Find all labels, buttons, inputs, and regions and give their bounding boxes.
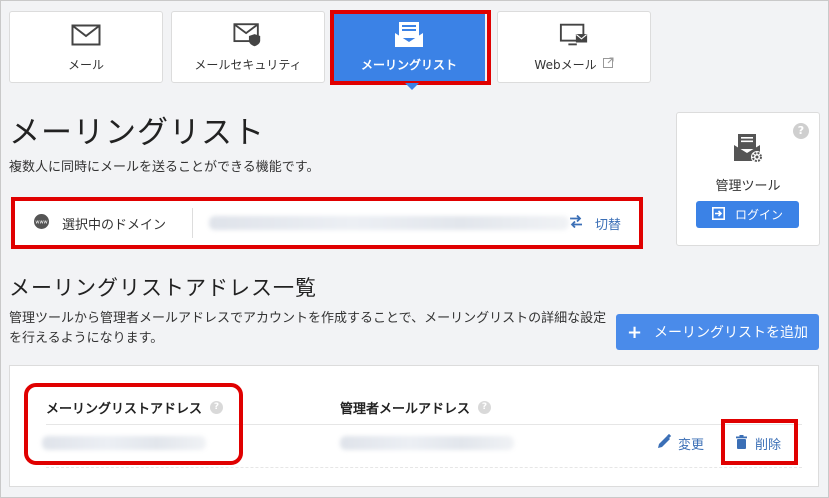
tab-webmail[interactable]: Webメール — [497, 11, 651, 83]
admin-email-help-icon[interactable]: ? — [478, 401, 492, 414]
admin-tool-login-button[interactable]: ログイン — [696, 201, 799, 228]
trash-icon — [736, 434, 747, 453]
domain-label: 選択中のドメイン — [62, 217, 167, 233]
address-help-icon[interactable]: ? — [210, 401, 224, 414]
active-tab-caret — [405, 83, 419, 90]
mail-icon — [71, 22, 101, 48]
mail-security-icon — [233, 22, 263, 48]
column-header-address: メーリングリストアドレス ? — [46, 398, 224, 417]
login-icon — [711, 206, 725, 223]
mailing-list-icon — [394, 21, 424, 48]
add-mailing-list-label: メーリングリストを追加 — [654, 325, 809, 341]
add-mailing-list-button[interactable]: + メーリングリストを追加 — [616, 314, 819, 350]
tab-mailing-list[interactable]: メーリングリスト — [333, 11, 485, 83]
edit-button[interactable]: 変更 — [657, 433, 705, 453]
tab-mail[interactable]: メール — [9, 11, 163, 83]
tab-mail-label: メール — [67, 57, 104, 72]
mailing-list-table: メーリングリストアドレス ? 管理者メールアドレス ? 変更 削除 — [9, 365, 819, 487]
tab-webmail-label: Webメール — [534, 57, 597, 72]
pencil-icon — [657, 433, 672, 453]
delete-label: 削除 — [755, 438, 782, 453]
tab-mail-security[interactable]: メールセキュリティ — [171, 11, 325, 83]
swap-arrows-icon — [569, 214, 583, 232]
page-description: 複数人に同時にメールを送ることができる機能です。 — [9, 160, 320, 175]
domain-label-group: www 選択中のドメイン — [15, 208, 193, 238]
list-section-title: メーリングリストアドレス一覧 — [9, 276, 317, 300]
login-label: ログイン — [734, 208, 783, 222]
row-divider — [46, 467, 802, 468]
domain-selector: www 選択中のドメイン 切替 — [11, 197, 643, 249]
delete-button[interactable]: 削除 — [736, 434, 781, 453]
header-divider — [46, 424, 802, 425]
mailing-list-address-value — [42, 436, 206, 450]
admin-tool-icon — [732, 133, 764, 169]
admin-tool-label: 管理ツール — [715, 179, 781, 194]
globe-icon: www — [33, 213, 50, 234]
external-link-icon — [602, 57, 614, 71]
domain-switch-button[interactable]: 切替 — [569, 214, 639, 233]
webmail-icon — [559, 22, 589, 48]
admin-tool-help-icon[interactable]: ? — [793, 123, 809, 139]
svg-text:www: www — [35, 219, 47, 225]
column-header-admin-email: 管理者メールアドレス ? — [340, 398, 492, 417]
plus-icon: + — [626, 321, 643, 343]
tab-webmail-label-wrap: Webメール — [534, 56, 614, 73]
edit-label: 変更 — [678, 438, 705, 453]
column-header-admin-email-label: 管理者メールアドレス — [340, 402, 471, 417]
list-section-description: 管理ツールから管理者メールアドレスでアカウントを作成することで、メーリングリスト… — [9, 311, 607, 346]
admin-tool-card: ? 管理ツール ログイン — [676, 112, 820, 246]
column-header-address-label: メーリングリストアドレス — [46, 402, 203, 417]
tab-mail-security-label: メールセキュリティ — [194, 57, 302, 72]
admin-email-value — [340, 436, 514, 450]
selected-domain-value — [209, 216, 569, 230]
tab-mailing-list-label: メーリングリスト — [360, 57, 457, 72]
domain-switch-label: 切替 — [594, 217, 621, 233]
page-title: メーリングリスト — [9, 115, 265, 151]
